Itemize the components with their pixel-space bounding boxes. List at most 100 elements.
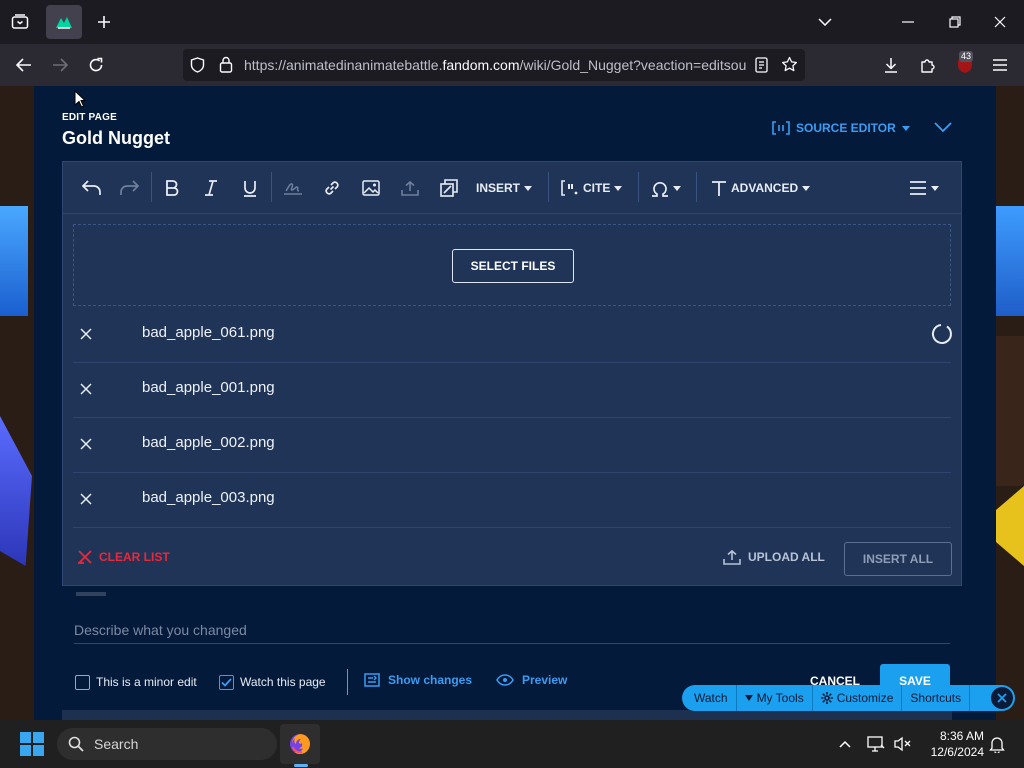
options-separator: [347, 669, 348, 695]
mouse-cursor-icon: [74, 90, 86, 108]
network-icon[interactable]: [864, 732, 888, 756]
preview-button[interactable]: Preview: [496, 673, 567, 687]
new-tab-plus-icon[interactable]: [92, 10, 116, 34]
show-changes-button[interactable]: Show changes: [364, 673, 472, 687]
shortcuts-button[interactable]: Shortcuts: [902, 685, 971, 711]
customize-label: Customize: [836, 691, 894, 705]
watch-tool-button[interactable]: Watch: [682, 685, 737, 711]
lock-icon[interactable]: [219, 56, 233, 73]
advanced-dropdown[interactable]: ADVANCED: [711, 175, 811, 201]
page-title: Gold Nugget: [62, 128, 170, 148]
firefox-app-icon[interactable]: [280, 724, 320, 764]
url-prefix: https://animatedinanimatebattle.: [244, 57, 443, 73]
loading-spinner-icon: [932, 324, 952, 344]
windows-taskbar: Search 8:36 AM 12/6/2024: [0, 720, 1024, 768]
background-art: [996, 206, 1024, 316]
volume-muted-icon[interactable]: [890, 732, 914, 756]
background-art: [996, 486, 1024, 566]
my-tools-button[interactable]: My Tools: [737, 685, 813, 711]
forward-arrow-icon[interactable]: [47, 52, 73, 78]
source-editor-label: SOURCE EDITOR: [796, 121, 896, 135]
toolbar-separator: [271, 172, 272, 202]
close-tools-bar-icon[interactable]: [991, 687, 1013, 709]
url-bar[interactable]: https://animatedinanimatebattle.fandom.c…: [183, 49, 805, 81]
caret-down-icon: [744, 695, 753, 701]
app-menu-hamburger-icon[interactable]: [987, 52, 1013, 78]
signature-icon[interactable]: [280, 175, 306, 201]
close-window-icon[interactable]: [986, 8, 1014, 36]
restore-icon[interactable]: [941, 8, 969, 36]
minor-edit-label: This is a minor edit: [96, 675, 197, 689]
upload-toolbar-icon[interactable]: [397, 175, 423, 201]
browser-tab-fandom[interactable]: [46, 5, 82, 39]
upload-all-button[interactable]: UPLOAD ALL: [723, 549, 825, 565]
editor-toolbar: INSERT CITE ADVANCED: [63, 162, 961, 214]
bookmark-star-icon[interactable]: [781, 56, 798, 73]
my-tools-label: My Tools: [756, 691, 804, 705]
text-format-icon: [712, 180, 726, 196]
undo-icon[interactable]: [79, 175, 105, 201]
insert-dropdown[interactable]: INSERT: [476, 175, 533, 201]
web-page: EDIT PAGE Gold Nugget SOURCE EDITOR INSE…: [0, 86, 1024, 720]
windows-start-icon[interactable]: [20, 732, 44, 756]
remove-file-close-icon[interactable]: [75, 378, 97, 400]
toolbar-separator: [696, 172, 697, 202]
clear-x-icon: [78, 550, 92, 564]
upload-file-row: bad_apple_002.png: [73, 418, 951, 473]
redo-icon[interactable]: [116, 175, 142, 201]
browser-nav-bar: https://animatedinanimatebattle.fandom.c…: [0, 44, 1024, 86]
more-menu-dropdown[interactable]: [909, 175, 939, 201]
image-icon[interactable]: [358, 175, 384, 201]
browser-tab-bar: [0, 0, 1024, 44]
link-icon[interactable]: [319, 175, 345, 201]
gallery-icon[interactable]: [436, 175, 462, 201]
downloads-icon[interactable]: [878, 52, 904, 78]
remove-file-close-icon[interactable]: [75, 323, 97, 345]
remove-file-close-icon[interactable]: [75, 433, 97, 455]
collapse-chevron-icon[interactable]: [932, 116, 954, 138]
minimize-icon[interactable]: [894, 8, 922, 36]
remove-file-close-icon[interactable]: [75, 488, 97, 510]
tab-list-icon[interactable]: [8, 10, 32, 34]
file-name: bad_apple_001.png: [142, 379, 275, 396]
insert-all-button[interactable]: INSERT ALL: [844, 542, 952, 576]
bold-icon[interactable]: [159, 175, 185, 201]
edit-summary-input[interactable]: [74, 616, 950, 644]
toolbar-separator: [151, 172, 152, 202]
taskbar-search[interactable]: Search: [57, 728, 277, 760]
tray-chevron-up-icon[interactable]: [833, 732, 857, 756]
watch-page-checkbox[interactable]: [219, 675, 234, 690]
watch-page-label: Watch this page: [240, 675, 326, 689]
select-files-button[interactable]: SELECT FILES: [452, 249, 574, 283]
file-name: bad_apple_003.png: [142, 489, 275, 506]
reader-view-icon[interactable]: [755, 57, 768, 73]
underline-icon[interactable]: [237, 175, 263, 201]
eye-icon: [496, 674, 514, 686]
customize-button[interactable]: Customize: [813, 685, 903, 711]
upload-dialog-footer: CLEAR LIST UPLOAD ALL INSERT ALL: [63, 532, 961, 586]
source-brackets-icon: [772, 121, 790, 135]
url-domain: fandom.com: [442, 57, 520, 73]
upload-all-label: UPLOAD ALL: [748, 550, 825, 564]
special-characters-dropdown[interactable]: [651, 175, 681, 201]
minor-edit-checkbox[interactable]: [75, 675, 90, 690]
reload-icon[interactable]: [83, 52, 109, 78]
background-art: [996, 336, 1024, 486]
extensions-puzzle-icon[interactable]: [915, 52, 941, 78]
summary-cursor-stub: [76, 592, 106, 596]
source-editor-button[interactable]: SOURCE EDITOR: [772, 120, 910, 136]
taskbar-clock[interactable]: 8:36 AM 12/6/2024: [920, 728, 984, 760]
clear-list-label: CLEAR LIST: [99, 550, 170, 564]
show-changes-label: Show changes: [388, 673, 473, 687]
cite-dropdown[interactable]: CITE: [561, 175, 623, 201]
shield-icon[interactable]: [190, 57, 205, 73]
italic-icon[interactable]: [198, 175, 224, 201]
upload-dialog: INSERT CITE ADVANCED SELECT FILES bad_ap…: [62, 161, 962, 586]
tabs-chevron-down-icon[interactable]: [811, 8, 839, 36]
fandom-favicon-icon: [56, 17, 72, 29]
notifications-bell-icon[interactable]: [985, 732, 1009, 756]
caret-down-icon: [901, 125, 910, 131]
clear-list-button[interactable]: CLEAR LIST: [77, 550, 170, 564]
file-dropzone[interactable]: SELECT FILES: [73, 224, 951, 306]
back-arrow-icon[interactable]: [11, 52, 37, 78]
